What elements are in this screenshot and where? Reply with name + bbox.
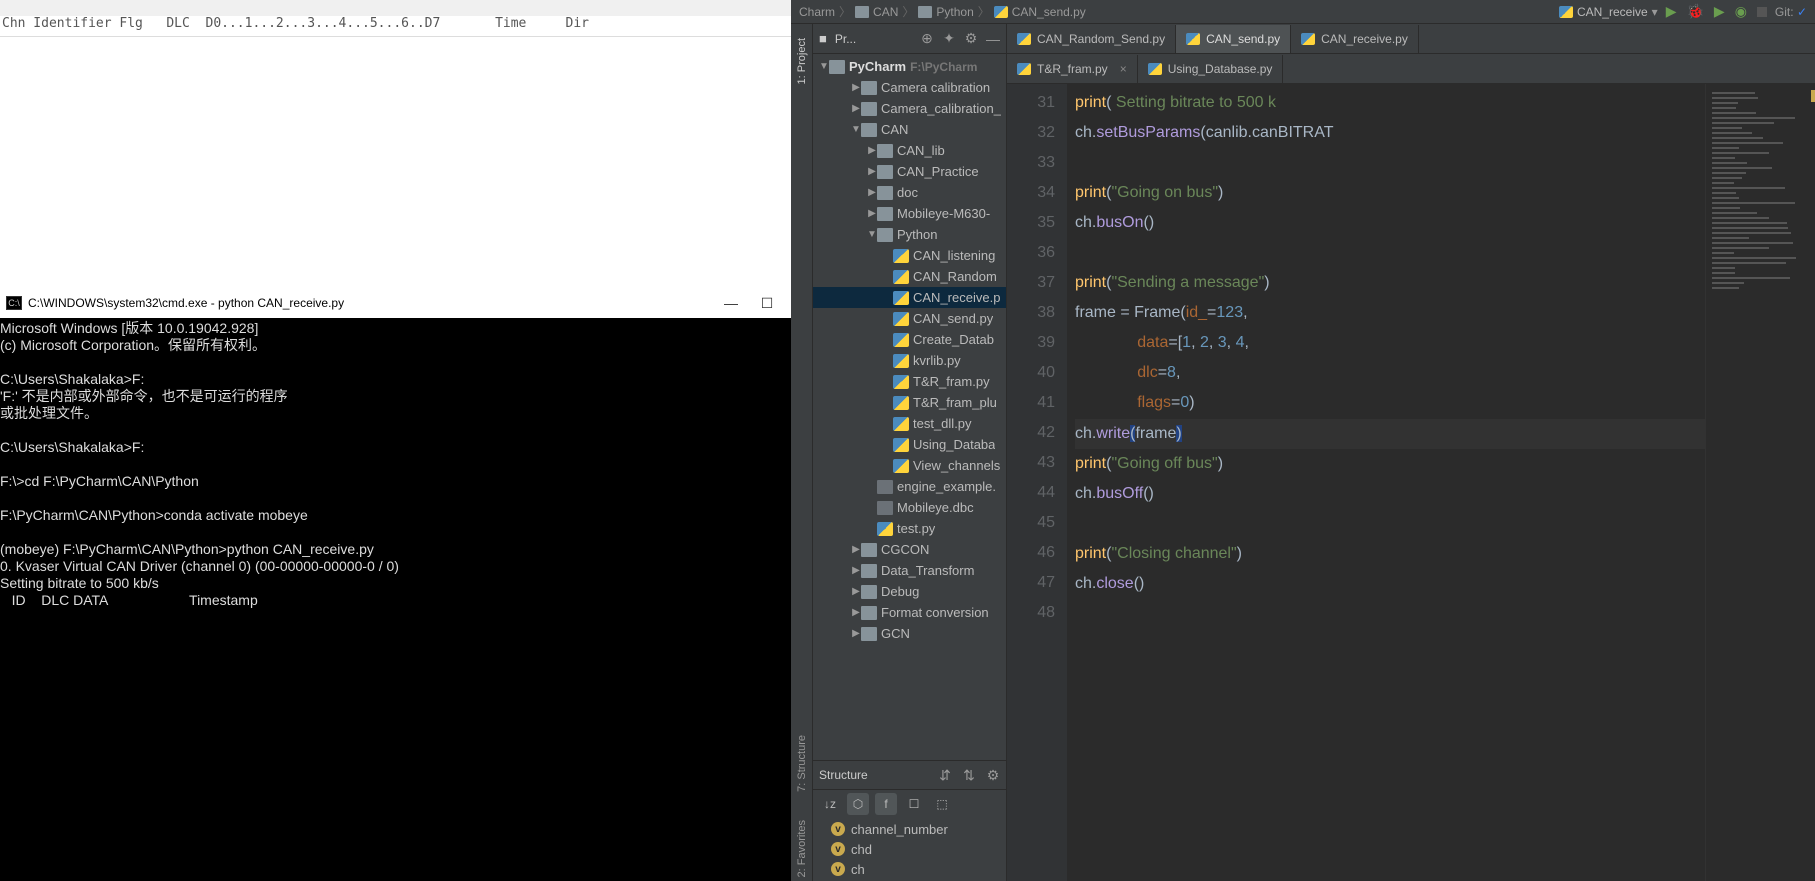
line-gutter[interactable]: 313233343536373839404142434445464748 [1007,84,1067,881]
editor-tab[interactable]: Using_Database.py [1138,55,1284,83]
tree-item[interactable]: test.py [813,518,1006,539]
structure-list[interactable]: vchannel_numbervchdvch [813,817,1006,881]
hide-icon[interactable]: — [986,32,1000,46]
tree-item[interactable]: ▶Camera calibration [813,77,1006,98]
fields-button[interactable]: f [875,793,897,815]
ide-window: Charm 〉 CAN 〉 Python 〉 CAN_send.py CAN_r… [791,0,1815,881]
python-file-icon [994,6,1008,18]
tree-item[interactable]: ▶CGCON [813,539,1006,560]
structure-header: Structure ⇵ ⇅ ⚙ [813,761,1006,789]
tree-item[interactable]: ▶Data_Transform [813,560,1006,581]
output-window: Chn Identifier Flg DLC D0...1...2...3...… [0,0,791,288]
structure-toolbar: ↓z ⬡ f ☐ ⬚ [813,789,1006,817]
favorites-tool-tab[interactable]: 2: Favorites [796,816,808,881]
python-file-icon [1559,6,1573,18]
filter-button[interactable]: ⬡ [847,793,869,815]
tree-item[interactable]: ▶CAN_lib [813,140,1006,161]
breadcrumb-can[interactable]: CAN [873,5,898,19]
ide-toolbar: Charm 〉 CAN 〉 Python 〉 CAN_send.py CAN_r… [791,0,1815,24]
tree-item[interactable]: ▶Mobileye-M630- [813,203,1006,224]
cmd-titlebar[interactable]: C:\ C:\WINDOWS\system32\cmd.exe - python… [0,288,791,318]
minimap[interactable] [1705,84,1815,881]
gear-icon[interactable]: ⚙ [986,768,1000,782]
editor-tabs-row-1: CAN_Random_Send.pyCAN_send.pyCAN_receive… [1007,24,1815,54]
tree-item[interactable]: Create_Datab [813,329,1006,350]
folder-icon [855,6,869,18]
editor-tab[interactable]: CAN_Random_Send.py [1007,25,1176,53]
tree-item[interactable]: CAN_listening [813,245,1006,266]
stop-button[interactable] [1757,7,1767,17]
breadcrumb[interactable]: Charm 〉 CAN 〉 Python 〉 CAN_send.py [799,3,1086,20]
tree-item[interactable]: T&R_fram.py [813,371,1006,392]
sort-button[interactable]: ↓z [819,793,841,815]
project-selector[interactable]: Pr... [835,32,912,46]
tree-item[interactable]: T&R_fram_plu [813,392,1006,413]
cmd-window[interactable]: C:\ C:\WINDOWS\system32\cmd.exe - python… [0,288,791,881]
tree-item[interactable]: ▶Format conversion [813,602,1006,623]
minimap-marker [1811,90,1815,102]
breadcrumb-python[interactable]: Python [936,5,973,19]
editor-tab[interactable]: T&R_fram.py× [1007,55,1138,83]
structure-item[interactable]: vchannel_number [813,819,1006,839]
tree-item[interactable]: CAN_receive.p [813,287,1006,308]
tree-item[interactable]: ▶doc [813,182,1006,203]
tree-root[interactable]: ▼PyCharmF:\PyCharm [813,56,1006,77]
tree-item[interactable]: CAN_send.py [813,308,1006,329]
anon-button[interactable]: ⬚ [931,793,953,815]
breadcrumb-file[interactable]: CAN_send.py [1012,5,1086,19]
run-button[interactable]: ▶ [1666,3,1677,20]
target-icon[interactable]: ⊕ [920,32,934,46]
expand-icon[interactable]: ⇵ [938,768,952,782]
collapse-icon[interactable]: ⇅ [962,768,976,782]
editor-tab[interactable]: CAN_receive.py [1291,25,1419,53]
project-tree[interactable]: ▼PyCharmF:\PyCharm▶Camera calibration▶Ca… [813,54,1006,760]
structure-tool-tab[interactable]: 7: Structure [796,731,808,796]
output-body [0,36,791,288]
coverage-button[interactable]: ▶ [1714,3,1725,20]
project-header: ■ Pr... ⊕ ✦ ⚙ — [813,24,1006,54]
run-config-selector[interactable]: CAN_receive ▾ [1559,5,1658,19]
tree-item[interactable]: View_channels [813,455,1006,476]
tree-item[interactable]: engine_example. [813,476,1006,497]
inherited-button[interactable]: ☐ [903,793,925,815]
tree-item[interactable]: Mobileye.dbc [813,497,1006,518]
left-tool-tabs: 1: Project 7: Structure 2: Favorites [791,24,813,881]
output-title [0,0,791,16]
tree-item[interactable]: CAN_Random [813,266,1006,287]
folder-icon [918,6,932,18]
tree-item[interactable]: ▶Camera_calibration_ [813,98,1006,119]
structure-title: Structure [819,768,928,782]
structure-item[interactable]: vch [813,859,1006,879]
tree-item[interactable]: kvrlib.py [813,350,1006,371]
tree-item[interactable]: ▼Python [813,224,1006,245]
project-tool-tab[interactable]: 1: Project [796,34,808,88]
tree-item[interactable]: ▼CAN [813,119,1006,140]
cmd-title: C:\WINDOWS\system32\cmd.exe - python CAN… [28,296,344,310]
editor-tab[interactable]: CAN_send.py [1176,25,1291,53]
profile-button[interactable]: ◉ [1735,3,1747,20]
output-columns: Chn Identifier Flg DLC D0...1...2...3...… [0,16,791,36]
debug-button[interactable]: 🐞 [1686,3,1703,20]
cmd-body[interactable]: Microsoft Windows [版本 10.0.19042.928] (c… [0,318,791,881]
tree-item[interactable]: ▶Debug [813,581,1006,602]
gear-icon[interactable]: ⚙ [964,32,978,46]
git-label[interactable]: Git: ✓ [1775,5,1807,19]
tree-item[interactable]: test_dll.py [813,413,1006,434]
run-config-name: CAN_receive [1577,5,1648,19]
tree-item[interactable]: ▶GCN [813,623,1006,644]
minimize-button[interactable]: — [713,291,749,315]
code-editor[interactable]: print( Setting bitrate to 500 kch.setBus… [1067,84,1705,881]
maximize-button[interactable]: ☐ [749,291,785,315]
breadcrumb-app: Charm [799,5,835,19]
close-icon[interactable]: × [1120,62,1127,76]
tree-item[interactable]: Using_Databa [813,434,1006,455]
expand-icon[interactable]: ✦ [942,32,956,46]
structure-item[interactable]: vchd [813,839,1006,859]
tree-item[interactable]: ▶CAN_Practice [813,161,1006,182]
editor-tabs-row-2: T&R_fram.py×Using_Database.py [1007,54,1815,84]
cmd-icon: C:\ [6,296,22,310]
